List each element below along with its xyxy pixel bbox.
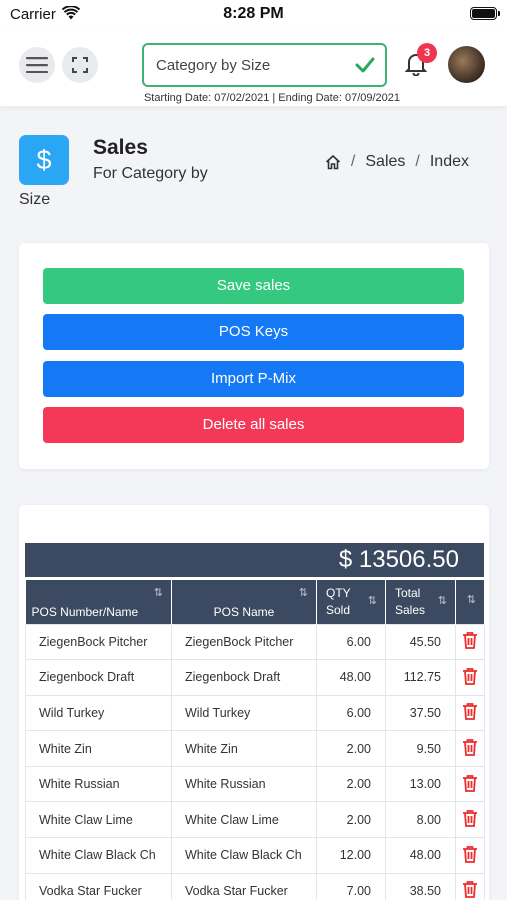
- sort-icon[interactable]: ⇅: [154, 586, 163, 599]
- menu-button[interactable]: [19, 47, 55, 83]
- category-value: Category by Size: [156, 57, 271, 74]
- delete-row-cell: [455, 694, 485, 732]
- cell-pos-name: White Claw Black Ch: [171, 837, 317, 874]
- trash-icon[interactable]: [462, 845, 478, 866]
- breadcrumb-separator: /: [415, 153, 420, 170]
- clock: 8:28 PM: [223, 5, 284, 22]
- trash-icon[interactable]: [462, 810, 478, 830]
- delete-row-cell: [455, 659, 485, 696]
- cell-qty-sold: 2.00: [316, 730, 386, 767]
- cell-qty-sold: 7.00: [316, 872, 386, 900]
- cell-pos-name: Vodka Star Fucker: [171, 872, 317, 900]
- cell-pos-name: White Zin: [171, 730, 317, 767]
- cell-total-sales: 38.50: [385, 872, 456, 900]
- cell-pos-number-name: Vodka Star Fucker: [25, 872, 172, 900]
- delete-row-cell: [455, 801, 485, 839]
- page-title: Sales: [93, 136, 148, 159]
- avatar[interactable]: [448, 46, 485, 83]
- cell-pos-number-name: Wild Turkey: [25, 694, 172, 732]
- trash-icon[interactable]: [462, 739, 478, 759]
- breadcrumb-separator: /: [350, 153, 356, 170]
- cell-total-sales: 48.00: [385, 837, 456, 874]
- actions-card: Save sales POS Keys Import P-Mix Delete …: [19, 243, 489, 469]
- delete-row-cell: [455, 872, 485, 900]
- trash-icon[interactable]: [462, 774, 478, 795]
- col-pos-number[interactable]: POS Number/Name ⇅: [25, 580, 172, 624]
- cell-total-sales: 9.50: [385, 730, 456, 767]
- table-row: White Russian White Russian 2.00 13.00: [25, 765, 485, 803]
- trash-icon[interactable]: [462, 632, 478, 652]
- cell-qty-sold: 12.00: [316, 837, 386, 874]
- delete-row-cell: [455, 730, 485, 767]
- table-row: White Zin White Zin 2.00 9.50: [25, 730, 485, 767]
- cell-total-sales: 13.00: [385, 765, 456, 803]
- table-row: White Claw Lime White Claw Lime 2.00 8.00: [25, 801, 485, 839]
- fullscreen-button[interactable]: [62, 47, 98, 83]
- sales-table-card: $ 13506.50 POS Number/Name ⇅ POS Name ⇅ QT…: [19, 505, 489, 900]
- table-header-row: POS Number/Name ⇅ POS Name ⇅ QTY Sold ⇅ Tota…: [25, 580, 485, 624]
- cell-pos-name: Wild Turkey: [171, 694, 317, 732]
- delete-row-cell: [455, 837, 485, 874]
- delete-all-sales-button[interactable]: Delete all sales: [43, 407, 464, 443]
- cell-pos-name: ZiegenBock Pitcher: [171, 623, 317, 661]
- menu-icon: [26, 57, 48, 73]
- cell-pos-number-name: White Zin: [25, 730, 172, 767]
- cell-pos-number-name: Ziegenbock Draft: [25, 659, 172, 696]
- table-row: Ziegenbock Draft Ziegenbock Draft 48.00 112…: [25, 659, 485, 696]
- trash-icon[interactable]: [462, 703, 478, 723]
- col-qty-sold[interactable]: QTY Sold ⇅: [316, 580, 386, 624]
- import-pmix-button[interactable]: Import P-Mix: [43, 361, 464, 397]
- dollar-icon: $: [19, 135, 69, 185]
- cell-total-sales: 37.50: [385, 694, 456, 732]
- check-icon: [355, 57, 375, 73]
- cell-pos-name: White Russian: [171, 765, 317, 803]
- page-subtitle: For Category by: [93, 165, 208, 182]
- breadcrumb-index: Index: [429, 153, 469, 170]
- top-header: Category by Size 3 Starting Date: 07/02/…: [0, 30, 507, 106]
- breadcrumb: / Sales / Index: [325, 153, 469, 171]
- save-sales-button[interactable]: Save sales: [43, 268, 464, 304]
- expand-icon: [72, 57, 88, 73]
- notification-badge: 3: [417, 43, 437, 63]
- cell-qty-sold: 2.00: [316, 765, 386, 803]
- date-range: Starting Date: 07/02/2021 | Ending Date:…: [143, 92, 401, 104]
- cell-qty-sold: 6.00: [316, 623, 386, 661]
- page-subtitle-continued: Size: [19, 191, 51, 208]
- cell-qty-sold: 48.00: [316, 659, 386, 696]
- cell-pos-number-name: White Russian: [25, 765, 172, 803]
- cell-total-sales: 45.50: [385, 623, 456, 661]
- cell-pos-name: Ziegenbock Draft: [171, 659, 317, 696]
- pos-keys-button[interactable]: POS Keys: [43, 314, 464, 350]
- battery-icon: [470, 7, 500, 20]
- cell-pos-number-name: White Claw Black Ch: [25, 837, 172, 874]
- cell-total-sales: 112.75: [385, 659, 456, 696]
- table-row: Wild Turkey Wild Turkey 6.00 37.50: [25, 694, 485, 732]
- delete-row-cell: [455, 623, 485, 661]
- sales-total: $ 13506.50: [25, 543, 484, 577]
- cell-total-sales: 8.00: [385, 801, 456, 839]
- cell-pos-number-name: White Claw Lime: [25, 801, 172, 839]
- cell-qty-sold: 6.00: [316, 694, 386, 732]
- home-icon[interactable]: [325, 154, 341, 170]
- col-pos-name[interactable]: POS Name ⇅: [171, 580, 317, 624]
- cell-pos-name: White Claw Lime: [171, 801, 317, 839]
- col-total-sales[interactable]: Total Sales ⇅: [385, 580, 456, 624]
- table-row: Vodka Star Fucker Vodka Star Fucker 7.00 38…: [25, 872, 485, 900]
- cell-qty-sold: 2.00: [316, 801, 386, 839]
- sales-table: POS Number/Name ⇅ POS Name ⇅ QTY Sold ⇅ Tota…: [25, 580, 485, 900]
- category-select[interactable]: Category by Size: [142, 43, 387, 87]
- trash-icon[interactable]: [462, 881, 478, 900]
- sort-icon[interactable]: ⇅: [368, 593, 377, 610]
- trash-icon[interactable]: [462, 667, 478, 688]
- sort-icon[interactable]: ⇅: [299, 586, 308, 599]
- col-actions[interactable]: ⇅: [455, 580, 485, 624]
- table-row: White Claw Black Ch White Claw Black Ch 12…: [25, 837, 485, 874]
- cell-pos-number-name: ZiegenBock Pitcher: [25, 623, 172, 661]
- sort-icon[interactable]: ⇅: [438, 593, 447, 610]
- delete-row-cell: [455, 765, 485, 803]
- breadcrumb-sales[interactable]: Sales: [365, 153, 405, 171]
- table-row: ZiegenBock Pitcher ZiegenBock Pitcher 6.00…: [25, 623, 485, 661]
- sort-icon[interactable]: ⇅: [467, 593, 476, 606]
- status-bar: Carrier 8:28 PM: [0, 0, 507, 30]
